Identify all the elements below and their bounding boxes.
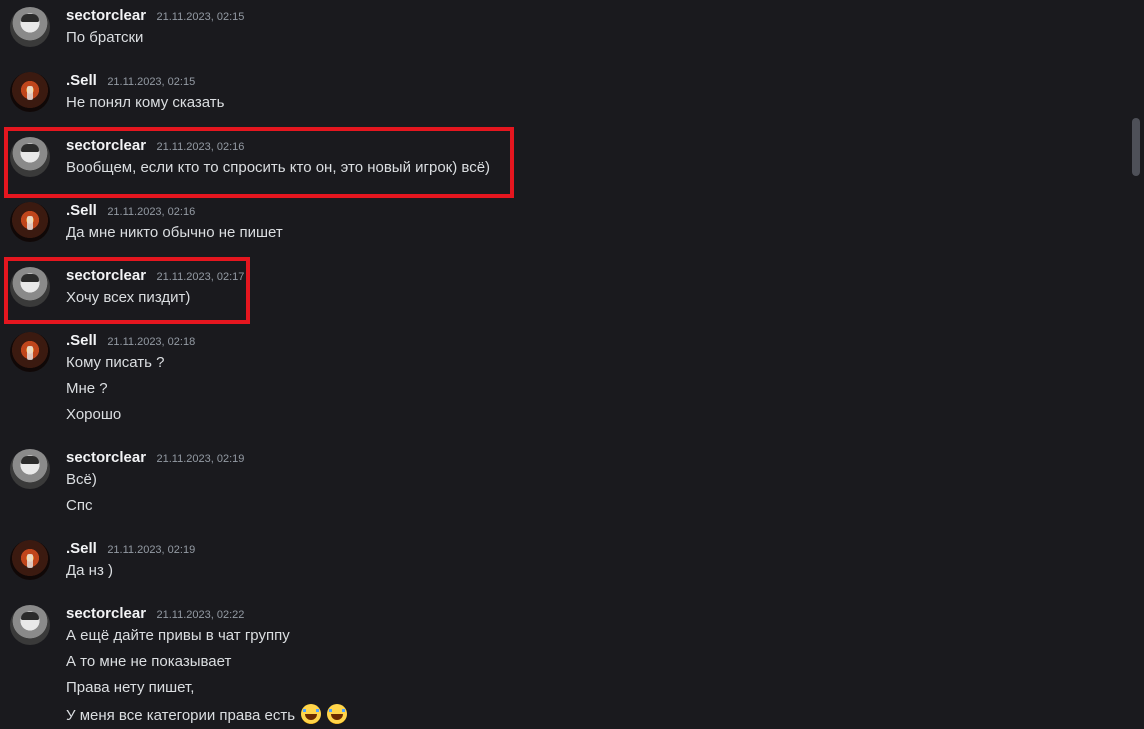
message-text: Не понял кому сказать bbox=[66, 94, 225, 111]
message-text: Права нету пишет, bbox=[66, 679, 195, 696]
username[interactable]: sectorclear bbox=[66, 449, 146, 466]
avatar[interactable] bbox=[10, 202, 50, 242]
timestamp: 21.11.2023, 02:18 bbox=[107, 336, 196, 348]
timestamp: 21.11.2023, 02:19 bbox=[156, 453, 245, 465]
message-text: Спс bbox=[66, 497, 93, 514]
username[interactable]: .Sell bbox=[66, 332, 97, 349]
scrollbar[interactable] bbox=[1128, 0, 1144, 729]
username[interactable]: .Sell bbox=[66, 72, 97, 89]
message-text: А ещё дайте привы в чат группу bbox=[66, 627, 290, 644]
scrollbar-thumb[interactable] bbox=[1132, 118, 1140, 176]
joy-emoji-icon[interactable] bbox=[327, 704, 348, 724]
message-text: Да нз ) bbox=[66, 562, 113, 579]
message-text: У меня все категории права есть bbox=[66, 707, 296, 724]
message-text: Мне ? bbox=[66, 380, 108, 397]
username[interactable]: .Sell bbox=[66, 202, 97, 219]
highlight-box bbox=[4, 257, 250, 324]
joy-emoji-icon[interactable] bbox=[301, 704, 322, 724]
timestamp: 21.11.2023, 02:19 bbox=[107, 544, 196, 556]
username[interactable]: .Sell bbox=[66, 540, 97, 557]
message-text: А то мне не показывает bbox=[66, 653, 232, 670]
message-text: Кому писать ? bbox=[66, 354, 165, 371]
avatar[interactable] bbox=[10, 449, 50, 489]
avatar[interactable] bbox=[10, 72, 50, 112]
timestamp: 21.11.2023, 02:16 bbox=[107, 206, 196, 218]
message-text: Всё) bbox=[66, 471, 97, 488]
avatar[interactable] bbox=[10, 7, 50, 47]
username[interactable]: sectorclear bbox=[66, 7, 146, 24]
message-text: Да мне никто обычно не пишет bbox=[66, 224, 283, 241]
avatar[interactable] bbox=[10, 540, 50, 580]
username[interactable]: sectorclear bbox=[66, 605, 146, 622]
message-text: По братски bbox=[66, 29, 144, 46]
timestamp: 21.11.2023, 02:15 bbox=[156, 11, 245, 23]
highlight-box bbox=[4, 127, 514, 198]
timestamp: 21.11.2023, 02:15 bbox=[107, 76, 196, 88]
avatar[interactable] bbox=[10, 332, 50, 372]
avatar[interactable] bbox=[10, 605, 50, 645]
timestamp: 21.11.2023, 02:22 bbox=[156, 609, 245, 621]
message-text: Хорошо bbox=[66, 406, 122, 423]
